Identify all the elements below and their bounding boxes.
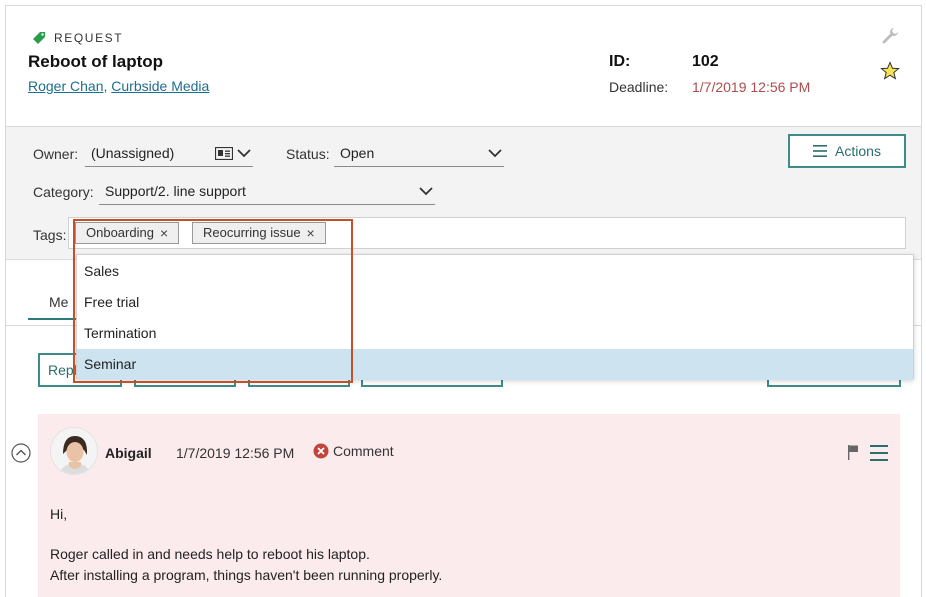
contact-card-icon[interactable]	[215, 147, 233, 160]
comment-author: Abigail	[105, 445, 152, 461]
dropdown-option-seminar[interactable]: Seminar	[77, 349, 913, 380]
dropdown-option-free-trial[interactable]: Free trial	[77, 287, 913, 318]
tag-chip: Onboarding ×	[75, 222, 180, 244]
id-value: 102	[692, 53, 719, 70]
category-label: Category:	[33, 184, 94, 200]
remove-tag-icon[interactable]: ×	[160, 223, 168, 243]
comment-x-icon	[313, 443, 329, 459]
chevron-down-icon[interactable]	[488, 148, 502, 158]
properties-panel: Owner: (Unassigned) Status: Open Actions…	[6, 127, 921, 260]
request-title: Reboot of laptop	[28, 52, 164, 71]
tags-label: Tags:	[33, 227, 67, 243]
request-type-label: REQUEST	[54, 31, 124, 45]
requester-separator: ,	[103, 78, 108, 94]
wrench-icon[interactable]	[880, 26, 900, 46]
chevron-down-icon[interactable]	[419, 186, 433, 196]
tag-icon	[33, 32, 45, 44]
company-link[interactable]: Curbside Media	[111, 78, 209, 94]
owner-value: (Unassigned)	[91, 145, 175, 161]
requester-link[interactable]: Roger Chan	[28, 78, 104, 94]
category-value: Support/2. line support	[105, 183, 246, 199]
status-value: Open	[340, 145, 375, 161]
id-label: ID:	[609, 53, 631, 70]
comment-body-line: After installing a program, things haven…	[50, 567, 443, 583]
collapse-up-icon[interactable]	[11, 443, 31, 463]
requester-line: Roger Chan, Curbside Media	[28, 78, 209, 94]
hamburger-icon	[813, 145, 828, 157]
tag-chip: Reocurring issue ×	[192, 222, 326, 244]
avatar	[50, 427, 98, 475]
owner-select[interactable]: (Unassigned)	[85, 141, 253, 167]
request-window: REQUEST Reboot of laptop Roger Chan, Cur…	[5, 5, 922, 597]
actions-button[interactable]: Actions	[788, 134, 906, 168]
tags-input[interactable]: Onboarding × Reocurring issue ×	[68, 217, 906, 249]
status-label: Status:	[286, 146, 330, 162]
active-tab-indicator	[28, 318, 78, 320]
tag-label: Reocurring issue	[203, 225, 301, 240]
comment-body-line: Hi,	[50, 506, 68, 522]
deadline-label: Deadline:	[609, 79, 669, 95]
dropdown-option-sales[interactable]: Sales	[77, 256, 913, 287]
owner-label: Owner:	[33, 146, 79, 162]
category-select[interactable]: Support/2. line support	[99, 179, 435, 205]
avatar-portrait-icon	[51, 428, 97, 474]
comment-type: Comment	[313, 443, 394, 459]
request-type: REQUEST	[32, 31, 123, 45]
tag-label: Onboarding	[86, 225, 154, 240]
flag-icon[interactable]	[846, 444, 860, 460]
tag-suggestions-dropdown: Sales Free trial Termination Seminar	[76, 254, 914, 380]
comment-type-label: Comment	[333, 443, 394, 459]
actions-label: Actions	[835, 143, 881, 159]
chevron-down-icon[interactable]	[237, 148, 251, 158]
remove-tag-icon[interactable]: ×	[307, 223, 315, 243]
hamburger-icon[interactable]	[870, 444, 888, 462]
deadline-value: 1/7/2019 12:56 PM	[692, 79, 811, 95]
tab-messages[interactable]: Me	[49, 294, 68, 310]
status-select[interactable]: Open	[334, 141, 504, 167]
dropdown-option-termination[interactable]: Termination	[77, 318, 913, 349]
comment-time: 1/7/2019 12:56 PM	[176, 445, 295, 461]
star-icon[interactable]	[880, 61, 900, 81]
request-header: REQUEST Reboot of laptop Roger Chan, Cur…	[6, 6, 921, 127]
comment-body-line: Roger called in and needs help to reboot…	[50, 546, 370, 562]
